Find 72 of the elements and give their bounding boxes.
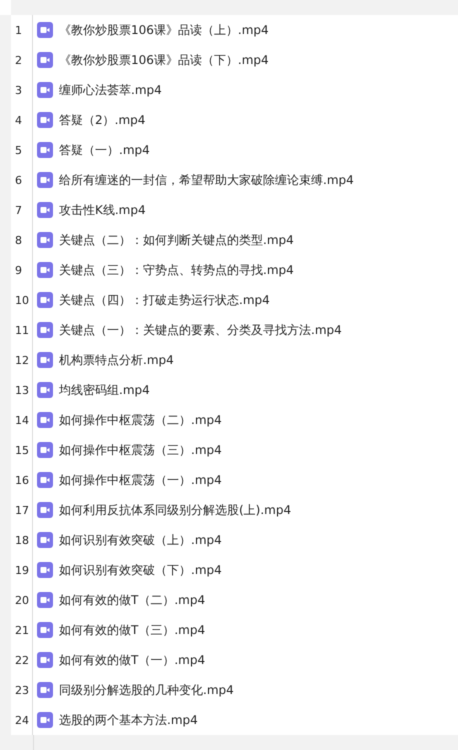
video-file-icon — [37, 562, 53, 578]
file-name[interactable]: 如何操作中枢震荡（一）.mp4 — [59, 472, 222, 488]
row-number: 3 — [15, 84, 22, 96]
row-number: 12 — [15, 354, 29, 366]
row-number: 20 — [15, 594, 29, 606]
video-file-icon — [37, 532, 53, 548]
row-number: 17 — [15, 504, 29, 516]
row-number: 6 — [15, 174, 22, 186]
file-name[interactable]: 如何操作中枢震荡（三）.mp4 — [59, 442, 222, 458]
video-file-icon — [37, 112, 53, 128]
row-number: 9 — [15, 264, 22, 276]
video-file-icon — [37, 352, 53, 368]
row-number: 15 — [15, 444, 29, 456]
video-file-icon — [37, 622, 53, 638]
file-name[interactable]: 机构票特点分析.mp4 — [59, 352, 174, 368]
video-file-icon — [37, 232, 53, 248]
video-file-icon — [37, 382, 53, 398]
row-number: 13 — [15, 384, 29, 396]
row-number: 2 — [15, 54, 22, 66]
video-file-icon — [37, 712, 53, 728]
file-name[interactable]: 关键点（一）：关键点的要素、分类及寻找方法.mp4 — [59, 322, 342, 338]
file-name[interactable]: 《教你炒股票106课》品读（下）.mp4 — [59, 52, 269, 68]
file-name[interactable]: 如何有效的做T（二）.mp4 — [59, 592, 206, 608]
row-number: 24 — [15, 714, 29, 726]
video-file-icon — [37, 82, 53, 98]
file-name[interactable]: 如何操作中枢震荡（二）.mp4 — [59, 412, 222, 428]
row-number: 4 — [15, 114, 22, 126]
row-number: 19 — [15, 564, 29, 576]
row-number: 8 — [15, 234, 22, 246]
file-name[interactable]: 同级别分解选股的几种变化.mp4 — [59, 682, 234, 698]
file-name[interactable]: 缠师心法荟萃.mp4 — [59, 82, 162, 98]
video-file-icon — [37, 142, 53, 158]
row-number: 21 — [15, 624, 29, 636]
row-number: 14 — [15, 414, 29, 426]
video-file-icon — [37, 592, 53, 608]
file-name[interactable]: 关键点（三）：守势点、转势点的寻找.mp4 — [59, 262, 294, 278]
file-name[interactable]: 如何识别有效突破（下）.mp4 — [59, 562, 222, 578]
video-file-icon — [37, 442, 53, 458]
file-name[interactable]: 攻击性K线.mp4 — [59, 202, 146, 218]
file-name[interactable]: 给所有缠迷的一封信，希望帮助大家破除缠论束缚.mp4 — [59, 172, 354, 188]
row-number: 7 — [15, 204, 22, 216]
file-name[interactable]: 关键点（四）：打破走势运行状态.mp4 — [59, 292, 270, 308]
file-name[interactable]: 《教你炒股票106课》品读（上）.mp4 — [59, 22, 269, 38]
row-number: 10 — [15, 294, 29, 306]
video-file-icon — [37, 652, 53, 668]
row-number: 18 — [15, 534, 29, 546]
video-file-icon — [37, 472, 53, 488]
row-number: 22 — [15, 654, 29, 666]
video-file-icon — [37, 202, 53, 218]
row-number: 16 — [15, 474, 29, 486]
video-file-icon — [37, 682, 53, 698]
row-number: 23 — [15, 684, 29, 696]
video-file-icon — [37, 52, 53, 68]
file-name[interactable]: 如何识别有效突破（上）.mp4 — [59, 532, 222, 548]
file-name[interactable]: 答疑（2）.mp4 — [59, 112, 146, 128]
row-number: 11 — [15, 324, 29, 336]
video-file-icon — [37, 292, 53, 308]
video-file-icon — [37, 22, 53, 38]
row-number: 5 — [15, 144, 22, 156]
video-file-icon — [37, 322, 53, 338]
file-name[interactable]: 如何有效的做T（三）.mp4 — [59, 622, 206, 638]
file-name[interactable]: 关键点（二）：如何判断关键点的类型.mp4 — [59, 232, 294, 248]
video-file-icon — [37, 172, 53, 188]
file-name[interactable]: 如何有效的做T（一）.mp4 — [59, 652, 206, 668]
video-file-icon — [37, 412, 53, 428]
file-name[interactable]: 答疑（一）.mp4 — [59, 142, 150, 158]
file-name[interactable]: 均线密码组.mp4 — [59, 382, 150, 398]
row-number: 1 — [15, 24, 22, 36]
file-name[interactable]: 选股的两个基本方法.mp4 — [59, 712, 198, 728]
video-file-icon — [37, 262, 53, 278]
file-name[interactable]: 如何利用反抗体系同级别分解选股(上).mp4 — [59, 502, 292, 518]
video-file-icon — [37, 502, 53, 518]
